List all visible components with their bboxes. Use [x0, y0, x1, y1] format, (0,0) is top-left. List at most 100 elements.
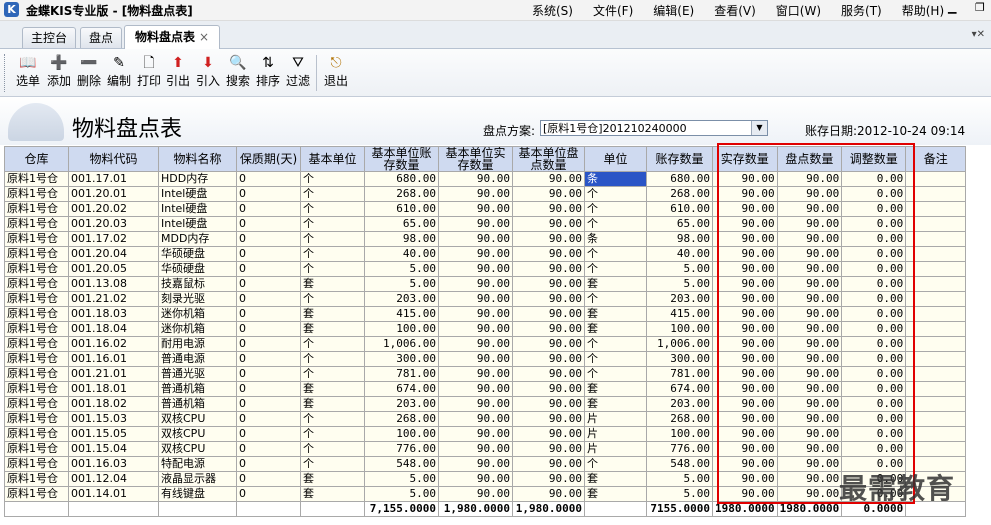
table-cell[interactable]: 个: [300, 366, 365, 382]
table-cell[interactable]: 0.00: [841, 336, 907, 352]
table-cell[interactable]: 90.00: [712, 216, 778, 232]
table-cell[interactable]: Intel硬盘: [158, 201, 237, 217]
table-cell[interactable]: 680.00: [364, 171, 439, 187]
table-row[interactable]: 原料1号仓 001.14.01 有线键盘 0 套 5.00 90.00 90.00 套 5.00 9…: [4, 486, 967, 502]
table-cell[interactable]: 套: [300, 471, 365, 487]
table-cell[interactable]: 100.00: [646, 426, 713, 442]
table-cell[interactable]: 90.00: [776, 381, 843, 397]
table-cell[interactable]: 001.14.01: [68, 486, 159, 502]
table-cell[interactable]: 个: [584, 366, 647, 382]
table-cell[interactable]: 90.00: [712, 246, 778, 262]
table-cell[interactable]: 0: [236, 366, 301, 382]
select-order-button[interactable]: 📖 选单: [12, 53, 44, 93]
table-cell[interactable]: 个: [584, 246, 647, 262]
table-row[interactable]: 原料1号仓 001.18.01 普通机箱 0 套 674.00 90.00 90.00 套 674…: [4, 381, 967, 397]
table-cell[interactable]: 90.00: [438, 306, 513, 322]
table-cell[interactable]: 个: [584, 186, 647, 202]
table-cell[interactable]: 90.00: [712, 396, 778, 412]
edit-button[interactable]: ✎ 编制: [103, 53, 135, 93]
table-row[interactable]: 原料1号仓 001.17.01 HDD内存 0 个 680.00 90.00 90.00 条 68…: [4, 171, 967, 187]
table-cell[interactable]: 001.15.03: [68, 411, 159, 427]
table-cell[interactable]: 0.00: [841, 396, 907, 412]
table-cell[interactable]: 0: [236, 291, 301, 307]
table-cell[interactable]: 华硕硬盘: [158, 261, 237, 277]
table-cell[interactable]: 90.00: [776, 471, 843, 487]
table-cell[interactable]: 原料1号仓: [4, 171, 69, 187]
table-cell[interactable]: [905, 171, 967, 187]
table-cell[interactable]: 0.00: [841, 291, 907, 307]
table-cell[interactable]: 套: [300, 381, 365, 397]
table-cell[interactable]: [905, 351, 967, 367]
table-cell[interactable]: 90.00: [438, 381, 513, 397]
table-cell[interactable]: 90.00: [438, 336, 513, 352]
table-cell[interactable]: 0: [236, 216, 301, 232]
table-cell[interactable]: 套: [584, 396, 647, 412]
column-header[interactable]: 仓库: [4, 146, 69, 172]
table-row[interactable]: 原料1号仓 001.15.03 双核CPU 0 个 268.00 90.00 90.00 片 26…: [4, 411, 967, 427]
table-cell[interactable]: 刻录光驱: [158, 291, 237, 307]
table-cell[interactable]: [905, 426, 967, 442]
table-cell[interactable]: 普通机箱: [158, 396, 237, 412]
table-cell[interactable]: 90.00: [438, 276, 513, 292]
table-cell[interactable]: 001.15.04: [68, 441, 159, 457]
table-cell[interactable]: 原料1号仓: [4, 336, 69, 352]
table-row[interactable]: 原料1号仓 001.16.03 特配电源 0 个 548.00 90.00 90.00 个 548…: [4, 456, 967, 472]
sort-button[interactable]: ⇅ 排序: [252, 53, 284, 93]
table-cell[interactable]: 套: [584, 321, 647, 337]
table-cell[interactable]: 原料1号仓: [4, 471, 69, 487]
table-cell[interactable]: 0.00: [841, 261, 907, 277]
table-cell[interactable]: 90.00: [512, 171, 585, 187]
table-cell[interactable]: 680.00: [646, 171, 713, 187]
table-cell[interactable]: 90.00: [438, 201, 513, 217]
table-cell[interactable]: 90.00: [438, 231, 513, 247]
plan-select[interactable]: [原料1号仓]201210240000 ▼: [540, 120, 768, 136]
table-cell[interactable]: 套: [584, 306, 647, 322]
column-header[interactable]: 盘点数量: [776, 146, 843, 172]
table-cell[interactable]: 个: [300, 246, 365, 262]
table-cell[interactable]: 个: [300, 426, 365, 442]
table-cell[interactable]: 0: [236, 246, 301, 262]
table-cell[interactable]: 90.00: [712, 441, 778, 457]
minimize-icon[interactable]: ▁: [948, 1, 956, 14]
table-cell[interactable]: [905, 321, 967, 337]
menu-system[interactable]: 系统(S): [532, 2, 573, 19]
table-cell[interactable]: 90.00: [776, 336, 843, 352]
table-cell[interactable]: 原料1号仓: [4, 426, 69, 442]
table-cell[interactable]: 原料1号仓: [4, 291, 69, 307]
table-cell[interactable]: 90.00: [438, 396, 513, 412]
table-row[interactable]: 原料1号仓 001.18.03 迷你机箱 0 套 415.00 90.00 90.00 套 415…: [4, 306, 967, 322]
table-cell[interactable]: 415.00: [364, 306, 439, 322]
table-cell[interactable]: 套: [300, 306, 365, 322]
table-cell[interactable]: [905, 381, 967, 397]
table-cell[interactable]: 0: [236, 276, 301, 292]
table-cell[interactable]: 90.00: [776, 321, 843, 337]
table-cell[interactable]: 90.00: [776, 216, 843, 232]
table-cell[interactable]: 001.17.02: [68, 231, 159, 247]
table-cell[interactable]: 1,006.00: [364, 336, 439, 352]
table-row[interactable]: 原料1号仓 001.15.04 双核CPU 0 个 776.00 90.00 90.00 片 77…: [4, 441, 967, 457]
table-cell[interactable]: 耐用电源: [158, 336, 237, 352]
table-cell[interactable]: 90.00: [438, 486, 513, 502]
table-cell[interactable]: [905, 246, 967, 262]
table-cell[interactable]: 90.00: [512, 351, 585, 367]
table-cell[interactable]: 0: [236, 471, 301, 487]
table-cell[interactable]: 90.00: [776, 486, 843, 502]
table-cell[interactable]: 90.00: [776, 396, 843, 412]
column-header[interactable]: 备注: [905, 146, 967, 172]
table-cell[interactable]: 套: [584, 486, 647, 502]
table-cell[interactable]: 0.00: [841, 231, 907, 247]
table-cell[interactable]: 90.00: [776, 186, 843, 202]
table-cell[interactable]: 203.00: [646, 396, 713, 412]
tab-menu-icon[interactable]: ▾✕: [972, 29, 985, 40]
table-cell[interactable]: 90.00: [776, 261, 843, 277]
table-cell[interactable]: 90.00: [776, 441, 843, 457]
table-cell[interactable]: 0: [236, 201, 301, 217]
table-cell[interactable]: 001.18.02: [68, 396, 159, 412]
table-cell[interactable]: 90.00: [776, 411, 843, 427]
table-cell[interactable]: 个: [300, 351, 365, 367]
table-cell[interactable]: 001.21.02: [68, 291, 159, 307]
table-cell[interactable]: [905, 276, 967, 292]
table-cell[interactable]: 90.00: [512, 426, 585, 442]
table-cell[interactable]: 98.00: [646, 231, 713, 247]
table-cell[interactable]: 0: [236, 336, 301, 352]
